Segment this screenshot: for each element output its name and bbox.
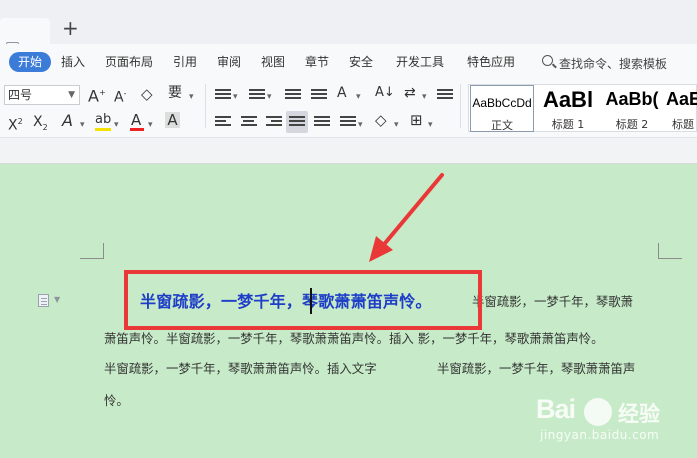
text-direction-icon[interactable]: A [337, 85, 347, 101]
tab-view[interactable]: 视图 [261, 55, 285, 69]
text-effect-icon[interactable]: A [62, 113, 73, 129]
subscript-icon[interactable]: X2 [33, 114, 48, 136]
align-center-icon[interactable] [241, 116, 257, 128]
body-text-line[interactable]: 怜。 [104, 393, 129, 409]
show-marks-icon[interactable]: ⇄ [404, 85, 416, 101]
style-name: 标题 1 [551, 118, 585, 131]
font-size-select[interactable]: 四号 ▼ [4, 85, 80, 105]
watermark-brand: Bai [536, 394, 576, 424]
chevron-down-icon[interactable]: ▾ [428, 117, 433, 133]
tab-developer[interactable]: 开发工具 [396, 55, 444, 69]
justify-icon [289, 116, 305, 128]
tab-special-apps[interactable]: 特色应用 [467, 55, 515, 69]
chevron-down-icon[interactable]: ▾ [80, 117, 85, 133]
body-text-line[interactable]: 半窗疏影，一梦千年，琴歌萧 [472, 294, 633, 310]
style-name: 标题 2 [615, 118, 649, 131]
watermark-url: jingyan.baidu.com [540, 428, 660, 442]
style-sample: AaBl [542, 87, 594, 112]
menu-bar: 开始 插入 页面布局 引用 审阅 视图 章节 安全 开发工具 特色应用 查找命令… [0, 44, 697, 76]
pinyin-glyph: 要 [168, 85, 182, 101]
bullet-list-icon[interactable] [215, 89, 231, 101]
align-left-icon[interactable] [215, 116, 231, 128]
shading-icon[interactable]: ◇ [375, 112, 387, 128]
font-color-icon[interactable]: A [131, 112, 141, 128]
body-text-line[interactable]: 半窗疏影，一梦千年，琴歌萧萧笛声 [437, 361, 635, 377]
style-heading[interactable]: AaE 标题 [664, 85, 697, 132]
body-text-line[interactable]: 半窗疏影，一梦千年，琴歌萧萧笛声怜。插入文字 [104, 361, 377, 377]
font-color-swatch [130, 128, 144, 131]
chevron-down-icon[interactable]: ▾ [422, 89, 427, 105]
wps-writer-window: + 开始 插入 页面布局 引用 审阅 视图 章节 安全 开发工具 特色应用 查找… [0, 0, 697, 458]
distribute-icon[interactable] [314, 116, 330, 128]
numbered-list-icon[interactable] [249, 89, 265, 101]
superscript-icon[interactable]: X2 [8, 114, 23, 134]
chevron-down-icon[interactable]: ▾ [267, 89, 272, 105]
chevron-down-icon[interactable]: ▾ [189, 89, 194, 105]
tab-chapter[interactable]: 章节 [305, 55, 329, 69]
new-tab-plus-icon[interactable]: + [62, 16, 79, 40]
style-sample: AaE [666, 89, 697, 109]
tab-home[interactable]: 开始 [9, 52, 51, 72]
clear-format-icon[interactable]: ◇ [141, 86, 153, 102]
style-sample: AaBbCcDd [472, 96, 532, 110]
divider [205, 84, 206, 128]
tab-security[interactable]: 安全 [349, 55, 373, 69]
paw-icon [584, 398, 612, 426]
style-name: 标题 [672, 118, 694, 131]
chevron-down-icon[interactable]: ▾ [394, 117, 399, 133]
style-sample: AaBb( [605, 89, 659, 109]
line-spacing-icon[interactable] [340, 116, 356, 128]
search-label: 查找命令、搜索模板 [559, 57, 668, 71]
chevron-down-icon[interactable]: ▾ [358, 117, 363, 133]
tab-page-layout[interactable]: 页面布局 [105, 55, 153, 69]
font-size-value: 四号 [8, 88, 33, 102]
chevron-down-icon[interactable]: ▾ [114, 117, 119, 133]
body-text-line[interactable]: 萧笛声怜。半窗疏影，一梦千年，琴歌萧萧笛声怜。插入 影，一梦千年，琴歌萧萧笛声怜… [104, 331, 604, 347]
paragraph-handle-icon[interactable] [38, 294, 49, 307]
highlight-color-icon[interactable]: ab [95, 112, 111, 128]
chevron-down-icon: ▼ [68, 90, 75, 100]
tab-strip: + [0, 0, 697, 55]
chevron-down-icon[interactable]: ▼ [54, 295, 60, 304]
tab-review[interactable]: 审阅 [217, 55, 241, 69]
margin-corner-marker [658, 243, 682, 259]
annotation-highlight-box [124, 270, 482, 330]
tab-insert[interactable]: 插入 [61, 55, 85, 69]
search-icon [542, 55, 553, 66]
chevron-down-icon[interactable]: ▾ [233, 89, 238, 105]
decrease-indent-icon[interactable] [285, 89, 301, 101]
ribbon-bottom-bar [0, 138, 697, 164]
style-normal[interactable]: AaBbCcDd 正文 [470, 85, 534, 132]
sort-icon[interactable]: A↓ [375, 85, 395, 101]
style-name: 正文 [491, 119, 513, 132]
grow-font-icon[interactable]: A+ [88, 85, 106, 104]
chevron-down-icon[interactable]: ▾ [148, 117, 153, 133]
document-tab[interactable] [0, 18, 50, 55]
style-heading-1[interactable]: AaBl 标题 1 [536, 85, 600, 132]
style-heading-2[interactable]: AaBb( 标题 2 [600, 85, 664, 132]
watermark-brand-suffix: 经验 [618, 402, 660, 426]
tab-references[interactable]: 引用 [173, 55, 197, 69]
divider [460, 84, 461, 128]
char-shading-icon[interactable]: A [165, 112, 180, 128]
style-gallery: AaBbCcDd 正文 AaBl 标题 1 AaBb( 标题 2 AaE 标题 [468, 84, 697, 132]
pinyin-guide-icon[interactable]: 要 [168, 85, 182, 101]
highlight-swatch [95, 128, 111, 131]
paragraph-icon[interactable] [437, 89, 453, 101]
align-right-icon[interactable] [266, 116, 282, 128]
shrink-font-icon[interactable]: A- [114, 86, 126, 106]
increase-indent-icon[interactable] [311, 89, 327, 101]
borders-icon[interactable]: ⊞ [410, 112, 423, 128]
margin-corner-marker [80, 243, 104, 259]
chevron-down-icon[interactable]: ▾ [356, 89, 361, 105]
baidu-watermark: Bai 经验 jingyan.baidu.com [536, 394, 696, 454]
